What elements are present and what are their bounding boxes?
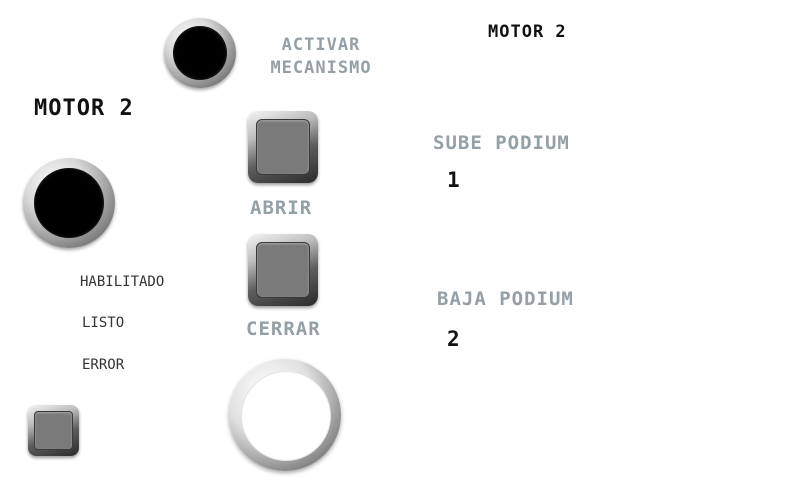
button-face: [256, 242, 310, 298]
reset-button[interactable]: [28, 405, 79, 456]
raise-podium-label: SUBE PODIUM: [433, 132, 570, 154]
close-button[interactable]: [248, 234, 318, 306]
indicator-light-icon: [173, 26, 227, 80]
indicator-light-icon: [34, 168, 104, 238]
lower-podium-label: BAJA PODIUM: [437, 288, 574, 310]
rotary-knob[interactable]: [229, 359, 341, 471]
knob-face: [241, 371, 331, 461]
raise-podium-value: 1: [447, 168, 460, 192]
status-enabled: HABILITADO: [80, 274, 165, 290]
status-error: ERROR: [82, 357, 125, 373]
close-label: CERRAR: [246, 318, 321, 340]
activate-mechanism-button[interactable]: [164, 18, 236, 88]
activate-mechanism-label: ACTIVAR MECANISMO: [270, 35, 372, 78]
status-ready: LISTO: [82, 315, 125, 331]
motor-status-indicator: [23, 158, 115, 248]
motor-title: MOTOR 2: [34, 96, 134, 121]
button-face: [34, 411, 73, 450]
open-label: ABRIR: [250, 197, 313, 219]
motor-subtitle: MOTOR 2: [488, 22, 567, 42]
open-button[interactable]: [248, 111, 318, 183]
button-face: [256, 119, 310, 175]
lower-podium-value: 2: [447, 327, 460, 351]
